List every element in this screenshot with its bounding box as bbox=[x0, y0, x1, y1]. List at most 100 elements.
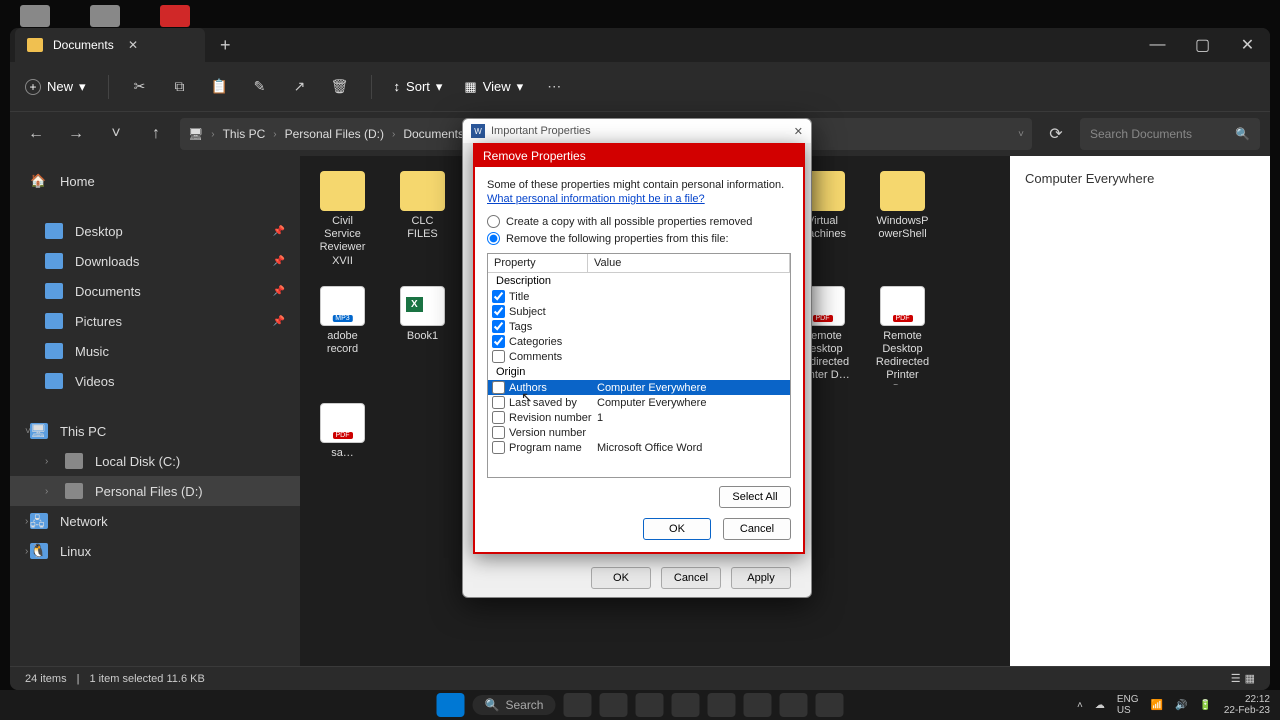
new-button[interactable]: + New ▾ bbox=[25, 79, 86, 95]
tray-clock[interactable]: 22:12 22-Feb-23 bbox=[1224, 694, 1270, 716]
property-row[interactable]: Last saved byComputer Everywhere bbox=[488, 395, 790, 410]
file-item[interactable]: WindowsPowerShell bbox=[875, 171, 930, 268]
pdf-icon bbox=[320, 403, 365, 443]
recent-button[interactable]: ˅ bbox=[100, 118, 132, 150]
property-row[interactable]: Categories bbox=[488, 334, 790, 349]
more-button[interactable]: ⋯ bbox=[545, 78, 563, 96]
help-link[interactable]: What personal information might be in a … bbox=[487, 193, 705, 205]
close-icon[interactable]: ✕ bbox=[794, 125, 803, 138]
copy-button[interactable]: ⧉ bbox=[171, 78, 189, 96]
rename-button[interactable]: ✎ bbox=[251, 78, 269, 96]
col-property[interactable]: Property bbox=[488, 254, 588, 272]
radio-create-copy[interactable] bbox=[487, 215, 500, 228]
parent-apply-button[interactable]: Apply bbox=[731, 567, 791, 589]
forward-button[interactable]: → bbox=[60, 118, 92, 150]
icons-view-icon[interactable]: ▦ bbox=[1245, 672, 1255, 685]
desktop-shortcut[interactable] bbox=[90, 5, 120, 27]
sidebar-videos[interactable]: Videos bbox=[10, 366, 300, 396]
parent-cancel-button[interactable]: Cancel bbox=[661, 567, 721, 589]
chevron-down-icon[interactable]: ˅ bbox=[1018, 129, 1024, 140]
start-button[interactable] bbox=[437, 693, 465, 717]
property-checkbox[interactable] bbox=[492, 305, 505, 318]
taskbar-app[interactable] bbox=[671, 693, 699, 717]
col-value[interactable]: Value bbox=[588, 254, 790, 272]
property-checkbox[interactable] bbox=[492, 381, 505, 394]
minimize-button[interactable]: — bbox=[1135, 28, 1180, 62]
taskbar-app[interactable] bbox=[707, 693, 735, 717]
property-checkbox[interactable] bbox=[492, 396, 505, 409]
view-button[interactable]: ▦ View ▾ bbox=[464, 79, 523, 95]
property-checkbox[interactable] bbox=[492, 411, 505, 424]
up-button[interactable]: ↑ bbox=[140, 118, 172, 150]
property-row[interactable]: Subject bbox=[488, 304, 790, 319]
cut-button[interactable]: ✂ bbox=[131, 78, 149, 96]
file-item[interactable]: Remote Desktop Redirected Printer Doc bbox=[875, 286, 930, 385]
delete-button[interactable]: 🗑 bbox=[331, 78, 349, 96]
tray-battery-icon[interactable]: 🔋 bbox=[1199, 700, 1211, 711]
sidebar-drive-d[interactable]: ›Personal Files (D:) bbox=[10, 476, 300, 506]
tab-documents[interactable]: Documents ✕ bbox=[15, 28, 205, 62]
radio-remove-following[interactable] bbox=[487, 232, 500, 245]
sidebar-thispc[interactable]: ˅🖥This PC bbox=[10, 416, 300, 446]
back-button[interactable]: ← bbox=[20, 118, 52, 150]
maximize-button[interactable]: ▢ bbox=[1180, 28, 1225, 62]
property-row[interactable]: Title bbox=[488, 289, 790, 304]
file-item[interactable]: CLC FILES bbox=[395, 171, 450, 268]
sidebar-linux[interactable]: ›🐧Linux bbox=[10, 536, 300, 566]
sidebar-downloads[interactable]: Downloads📌 bbox=[10, 246, 300, 276]
sort-button[interactable]: ↕ Sort ▾ bbox=[394, 79, 443, 95]
tray-language[interactable]: ENG US bbox=[1117, 694, 1139, 716]
parent-ok-button[interactable]: OK bbox=[591, 567, 651, 589]
tray-chevron-icon[interactable]: ˄ bbox=[1077, 700, 1083, 711]
chevron-down-icon: ▾ bbox=[79, 79, 86, 95]
tray-volume-icon[interactable]: 🔊 bbox=[1175, 700, 1187, 711]
refresh-button[interactable]: ⟳ bbox=[1040, 118, 1072, 150]
taskbar: 🔍 Search ˄ ☁ ENG US 📶 🔊 🔋 22:12 22-Feb-2… bbox=[0, 690, 1280, 720]
property-checkbox[interactable] bbox=[492, 350, 505, 363]
file-item[interactable]: Book1 bbox=[395, 286, 450, 385]
file-item[interactable]: sa… bbox=[315, 403, 370, 460]
property-checkbox[interactable] bbox=[492, 441, 505, 454]
sidebar-drive-c[interactable]: ›Local Disk (C:) bbox=[10, 446, 300, 476]
tray-wifi-icon[interactable]: 📶 bbox=[1151, 700, 1163, 711]
tray-onedrive-icon[interactable]: ☁ bbox=[1095, 700, 1105, 711]
new-tab-button[interactable]: + bbox=[220, 35, 231, 56]
close-window-button[interactable]: ✕ bbox=[1225, 28, 1270, 62]
sidebar-home[interactable]: 🏠Home bbox=[10, 166, 300, 196]
taskbar-search[interactable]: 🔍 Search bbox=[473, 695, 556, 715]
property-checkbox[interactable] bbox=[492, 426, 505, 439]
details-view-icon[interactable]: ☰ bbox=[1231, 672, 1241, 685]
share-button[interactable]: ↗ bbox=[291, 78, 309, 96]
taskbar-app[interactable] bbox=[599, 693, 627, 717]
sidebar-pictures[interactable]: Pictures📌 bbox=[10, 306, 300, 336]
property-checkbox[interactable] bbox=[492, 335, 505, 348]
property-row[interactable]: Revision number1 bbox=[488, 410, 790, 425]
task-view-button[interactable] bbox=[563, 693, 591, 717]
taskbar-app[interactable] bbox=[635, 693, 663, 717]
sidebar-documents[interactable]: Documents📌 bbox=[10, 276, 300, 306]
desktop-shortcut[interactable] bbox=[20, 5, 50, 27]
property-row[interactable]: AuthorsComputer Everywhere bbox=[488, 380, 790, 395]
search-box[interactable]: Search Documents 🔍 bbox=[1080, 118, 1260, 150]
property-checkbox[interactable] bbox=[492, 290, 505, 303]
property-row[interactable]: Program nameMicrosoft Office Word bbox=[488, 440, 790, 455]
mp3-icon bbox=[320, 286, 365, 326]
taskbar-app[interactable] bbox=[815, 693, 843, 717]
sidebar-network[interactable]: ›🖧Network bbox=[10, 506, 300, 536]
sidebar-music[interactable]: Music bbox=[10, 336, 300, 366]
paste-button[interactable]: 📋 bbox=[211, 78, 229, 96]
sidebar-desktop[interactable]: Desktop📌 bbox=[10, 216, 300, 246]
file-item[interactable]: Civil Service Reviewer XVII bbox=[315, 171, 370, 268]
cancel-button[interactable]: Cancel bbox=[723, 518, 791, 540]
select-all-button[interactable]: Select All bbox=[719, 486, 791, 508]
file-item[interactable]: adobe record bbox=[315, 286, 370, 385]
close-tab-icon[interactable]: ✕ bbox=[128, 38, 193, 52]
taskbar-app[interactable] bbox=[743, 693, 771, 717]
taskbar-app[interactable] bbox=[779, 693, 807, 717]
property-row[interactable]: Tags bbox=[488, 319, 790, 334]
property-row[interactable]: Comments bbox=[488, 349, 790, 364]
property-checkbox[interactable] bbox=[492, 320, 505, 333]
desktop-shortcut[interactable] bbox=[160, 5, 190, 27]
property-row[interactable]: Version number bbox=[488, 425, 790, 440]
ok-button[interactable]: OK bbox=[643, 518, 711, 540]
